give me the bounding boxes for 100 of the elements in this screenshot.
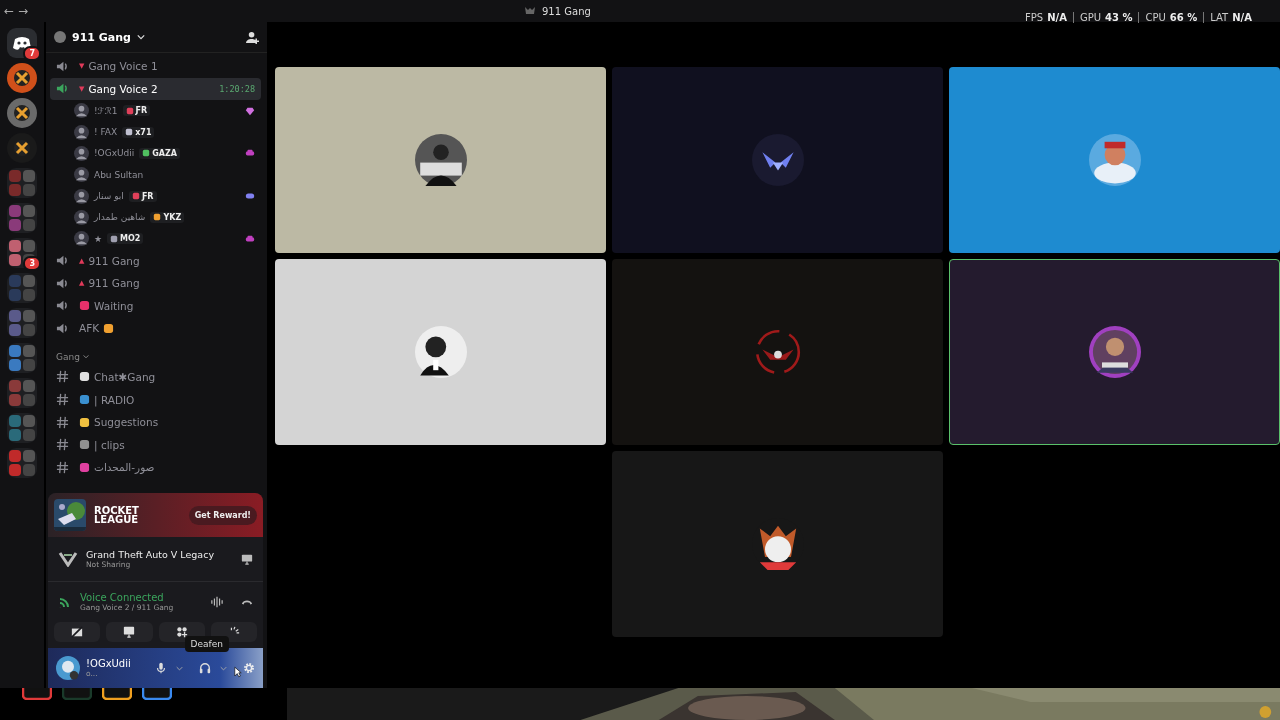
voice-user[interactable]: ★ MO2: [50, 227, 261, 250]
settings-icon[interactable]: [243, 662, 255, 674]
window-title: 911 Gang: [542, 5, 591, 17]
user-avatar: [74, 231, 89, 247]
video-tile[interactable]: [275, 67, 606, 253]
voice-user[interactable]: ! FAX x71: [50, 121, 261, 143]
user-avatar: [74, 167, 89, 183]
user-avatar[interactable]: [56, 656, 80, 680]
activities-button[interactable]: [158, 622, 205, 642]
channel-name: AFK: [79, 322, 100, 335]
taskbar-icon[interactable]: [22, 688, 52, 700]
notification-badge: 3: [23, 256, 41, 271]
video-tile[interactable]: [275, 259, 606, 445]
tag-text: x71: [135, 127, 152, 137]
server-icon[interactable]: [7, 133, 37, 163]
add-user-icon[interactable]: [246, 30, 259, 44]
sound-wave-icon[interactable]: [211, 596, 223, 608]
channel-name: 911 Gang: [88, 277, 140, 290]
voice-user[interactable]: Abu Sultan: [50, 164, 261, 186]
channel-item[interactable]: Chat✱Gang: [50, 365, 261, 389]
forward-button[interactable]: →: [18, 4, 29, 18]
channel-item[interactable]: AFK: [50, 317, 261, 340]
hash-icon: [56, 438, 69, 452]
user-name: ! FAX: [94, 127, 118, 138]
game-icon: [58, 551, 78, 567]
user-name: شاهين طمدار: [94, 212, 146, 223]
stat-value: N/A: [1047, 12, 1067, 23]
video-tile[interactable]: [949, 259, 1280, 445]
server-icon[interactable]: [7, 63, 37, 93]
taskbar-icon[interactable]: [142, 688, 172, 700]
server-icon: [524, 6, 536, 16]
camera-off-icon: [71, 626, 84, 638]
video-tile[interactable]: [949, 67, 1280, 253]
video-tile[interactable]: [612, 259, 943, 445]
video-tile[interactable]: [612, 451, 943, 637]
voice-user[interactable]: !OGxUdii GAZA: [50, 142, 261, 165]
user-avatar: [74, 188, 89, 204]
user-avatar: [74, 145, 89, 161]
reward-button[interactable]: Get Reward!: [188, 505, 257, 525]
stat-label: CPU: [1145, 12, 1166, 23]
game-title: Grand Theft Auto V Legacy: [86, 549, 214, 560]
user-name: ★: [94, 233, 103, 244]
screen-share-icon[interactable]: [241, 553, 253, 565]
stat-label: GPU: [1079, 12, 1102, 23]
taskbar-icon[interactable]: [102, 688, 132, 700]
category-header[interactable]: Gang: [56, 351, 80, 362]
hash-icon: [56, 370, 69, 384]
notification-badge: 7: [23, 46, 41, 61]
screen-share-icon: [123, 626, 136, 638]
screen-share-button[interactable]: [106, 622, 153, 642]
stat-value: 43 %: [1105, 12, 1133, 23]
username: !OGxUdii: [86, 658, 131, 669]
tag-text: GAZA: [152, 148, 178, 158]
channel-item[interactable]: Waiting: [50, 294, 261, 318]
channel-name: | RADIO: [94, 393, 135, 406]
call-timer: 1:20:28: [219, 83, 255, 94]
channel-name: Chat✱Gang: [94, 370, 156, 383]
voice-user[interactable]: !ℱℛ1 ƑR: [50, 100, 261, 122]
user-avatar: [74, 209, 89, 225]
user-name: !ℱℛ1: [94, 105, 118, 116]
app-logo-icon[interactable]: [7, 28, 37, 58]
channel-item[interactable]: صور-المحدات: [50, 456, 261, 479]
server-icon[interactable]: [7, 98, 37, 128]
channel-name: Waiting: [94, 299, 134, 312]
channel-name: Gang Voice 2: [88, 82, 158, 95]
channel-name: 911 Gang: [88, 254, 140, 267]
voice-status: Voice Connected: [80, 592, 165, 603]
channel-name: Gang Voice 1: [88, 60, 158, 73]
user-avatar: [74, 124, 89, 140]
server-folder-icon[interactable]: [7, 343, 37, 373]
user-name: !OGxUdii: [94, 148, 135, 159]
game-logo: ROCKET LEAGUE: [94, 506, 139, 524]
mouse-cursor: [234, 666, 242, 678]
tag-text: ƑR: [135, 106, 148, 116]
video-tile[interactable]: [612, 67, 943, 253]
user-avatar: [74, 103, 89, 119]
hash-icon: [56, 415, 69, 429]
channel-name: Suggestions: [94, 416, 159, 429]
channel-name: | clips: [94, 438, 125, 451]
chevron-down-icon[interactable]: [81, 352, 90, 361]
tooltip: Deafen: [184, 636, 229, 652]
channel-item[interactable]: Suggestions: [50, 410, 261, 434]
channel-item[interactable]: | RADIO: [50, 388, 261, 411]
activities-icon: [175, 626, 188, 638]
microphone-icon[interactable]: [155, 662, 167, 674]
stat-label: LAT: [1210, 12, 1229, 23]
tag-text: ƑR: [141, 191, 154, 201]
hash-icon: [56, 393, 69, 407]
tag-text: MO2: [120, 234, 141, 244]
user-name: Abu Sultan: [94, 169, 144, 180]
server-badge-icon: [54, 31, 66, 43]
camera-off-button[interactable]: [54, 622, 101, 642]
back-button[interactable]: ←: [4, 4, 15, 18]
server-folder-icon[interactable]: [7, 238, 37, 268]
channel-item[interactable]: | clips: [50, 433, 261, 456]
headphones-icon[interactable]: [199, 662, 211, 674]
user-name: ابو سنار: [94, 191, 124, 201]
stat-value: 66 %: [1169, 12, 1198, 23]
server-name[interactable]: 911 Gang: [72, 30, 131, 44]
signal-icon: [58, 595, 72, 609]
